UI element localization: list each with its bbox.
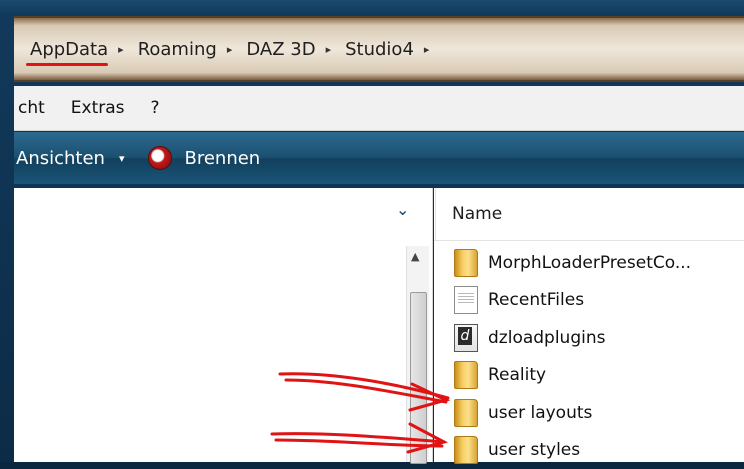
file-name: RecentFiles xyxy=(488,290,584,310)
burn-disc-icon xyxy=(148,146,172,170)
breadcrumb-separator[interactable]: ▸ xyxy=(114,43,134,56)
file-list-pane: Name MorphLoaderPresetCo... RecentFiles … xyxy=(434,188,744,462)
burn-button[interactable]: Brennen xyxy=(148,146,260,170)
folder-icon xyxy=(454,249,478,277)
breadcrumb-daz3d[interactable]: DAZ 3D xyxy=(242,39,321,60)
breadcrumb-separator[interactable]: ▸ xyxy=(223,43,243,56)
file-name: user styles xyxy=(488,440,580,460)
list-item[interactable]: user styles xyxy=(434,432,744,469)
folder-icon xyxy=(454,399,478,427)
folder-icon xyxy=(454,361,478,389)
list-item[interactable]: user layouts xyxy=(434,394,744,432)
file-name: MorphLoaderPresetCo... xyxy=(488,253,691,273)
file-name: user layouts xyxy=(488,403,592,423)
address-bar[interactable]: AppData ▸ Roaming ▸ DAZ 3D ▸ Studio4 ▸ xyxy=(14,16,744,82)
views-label: Ansichten xyxy=(16,148,105,169)
file-name: dzloadplugins xyxy=(488,328,605,348)
breadcrumb-studio4[interactable]: Studio4 xyxy=(341,39,420,60)
daz-file-icon xyxy=(454,324,478,352)
file-name: Reality xyxy=(488,365,546,385)
command-toolbar: Ansichten ▾ Brennen xyxy=(14,132,744,184)
column-header-label: Name xyxy=(452,204,502,224)
text-file-icon xyxy=(454,286,478,314)
scroll-up-icon[interactable]: ▲ xyxy=(411,250,419,263)
navigation-pane[interactable]: ⌄ ▲ xyxy=(14,188,433,462)
breadcrumb-separator[interactable]: ▸ xyxy=(420,43,440,56)
chevron-down-icon[interactable]: ⌄ xyxy=(396,200,409,219)
list-item[interactable]: dzloadplugins xyxy=(434,319,744,357)
list-item[interactable]: MorphLoaderPresetCo... xyxy=(434,244,744,282)
scrollbar-thumb[interactable] xyxy=(410,292,427,464)
column-divider xyxy=(435,188,436,240)
column-header-name[interactable]: Name xyxy=(434,188,744,241)
breadcrumb-separator[interactable]: ▸ xyxy=(322,43,342,56)
menu-bar: cht Extras ? xyxy=(14,86,744,131)
burn-label: Brennen xyxy=(184,148,260,169)
list-item[interactable]: RecentFiles xyxy=(434,282,744,320)
vertical-scrollbar[interactable]: ▲ xyxy=(406,246,429,462)
views-button[interactable]: Ansichten ▾ xyxy=(16,148,146,169)
chevron-down-icon[interactable]: ▾ xyxy=(119,152,125,165)
folder-icon xyxy=(454,436,478,464)
list-item[interactable]: Reality xyxy=(434,357,744,395)
menu-item-ansicht[interactable]: cht xyxy=(16,98,59,118)
breadcrumb-roaming[interactable]: Roaming xyxy=(134,39,223,60)
menu-item-extras[interactable]: Extras xyxy=(61,98,139,118)
menu-item-help[interactable]: ? xyxy=(141,98,174,118)
file-list: MorphLoaderPresetCo... RecentFiles dzloa… xyxy=(434,244,744,469)
breadcrumb-appdata[interactable]: AppData xyxy=(28,39,114,60)
breadcrumb: AppData ▸ Roaming ▸ DAZ 3D ▸ Studio4 ▸ xyxy=(28,18,439,80)
